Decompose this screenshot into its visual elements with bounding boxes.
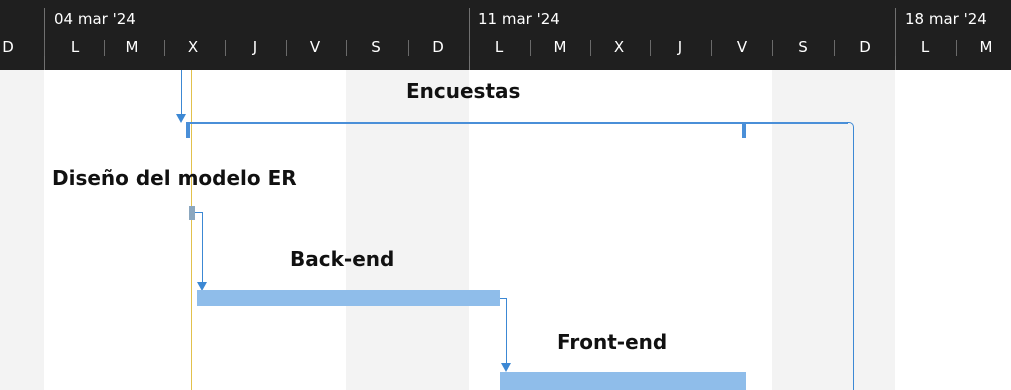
task-label-encuestas: Encuestas: [406, 79, 521, 103]
arrow-down-icon: [176, 114, 186, 123]
week-divider: [895, 8, 896, 70]
task-bar-frontend[interactable]: [500, 372, 746, 390]
day-divider: [346, 40, 347, 56]
day-label: M: [125, 38, 139, 56]
summary-start-cap: [186, 122, 190, 138]
summary-bar-encuestas[interactable]: [186, 122, 848, 124]
weekend-band: [0, 70, 44, 390]
week-divider: [469, 8, 470, 70]
day-label: V: [309, 38, 321, 56]
task-label-backend: Back-end: [290, 247, 395, 271]
chart-area: Encuestas Diseño del modelo ER Back-end …: [0, 70, 1011, 390]
day-label: X: [613, 38, 625, 56]
day-divider: [44, 40, 45, 56]
task-label-diseno: Diseño del modelo ER: [52, 166, 297, 190]
day-label: L: [70, 38, 80, 56]
day-divider: [530, 40, 531, 56]
summary-end-cap: [742, 122, 746, 138]
today-line: [191, 70, 192, 390]
day-divider: [956, 40, 957, 56]
day-divider: [590, 40, 591, 56]
day-label: V: [736, 38, 748, 56]
day-label: D: [432, 38, 444, 56]
day-divider: [895, 40, 896, 56]
arrow-down-icon: [501, 363, 511, 372]
day-divider: [408, 40, 409, 56]
day-divider: [711, 40, 712, 56]
day-label: L: [494, 38, 504, 56]
day-divider: [469, 40, 470, 56]
dependency-line: [202, 212, 203, 282]
day-label: J: [252, 38, 258, 56]
day-label: M: [553, 38, 567, 56]
task-label-frontend: Front-end: [557, 330, 668, 354]
day-label: J: [677, 38, 683, 56]
day-divider: [834, 40, 835, 56]
day-divider: [225, 40, 226, 56]
day-label: S: [798, 38, 808, 56]
week-label-11-mar: 11 mar '24: [478, 10, 560, 28]
dependency-line: [181, 70, 182, 114]
timescale-header: 04 mar '24 11 mar '24 18 mar '24 D L M X…: [0, 0, 1011, 70]
weekend-band: [346, 70, 469, 390]
day-label: M: [979, 38, 993, 56]
task-bar-backend[interactable]: [197, 290, 500, 306]
day-divider: [286, 40, 287, 56]
week-divider: [44, 8, 45, 70]
day-label: S: [371, 38, 381, 56]
dependency-line: [506, 298, 507, 363]
day-divider: [104, 40, 105, 56]
day-divider: [164, 40, 165, 56]
gantt-chart: 04 mar '24 11 mar '24 18 mar '24 D L M X…: [0, 0, 1011, 390]
dependency-line: [195, 212, 202, 213]
week-label-18-mar: 18 mar '24: [905, 10, 987, 28]
week-label-04-mar: 04 mar '24: [54, 10, 136, 28]
dependency-line-encuestas: [853, 128, 854, 390]
day-divider: [772, 40, 773, 56]
task-bar-diseno[interactable]: [189, 206, 195, 220]
weekend-band: [772, 70, 895, 390]
day-label: X: [187, 38, 199, 56]
day-label: D: [2, 38, 14, 56]
day-divider: [650, 40, 651, 56]
day-label: D: [859, 38, 871, 56]
day-label: L: [920, 38, 930, 56]
